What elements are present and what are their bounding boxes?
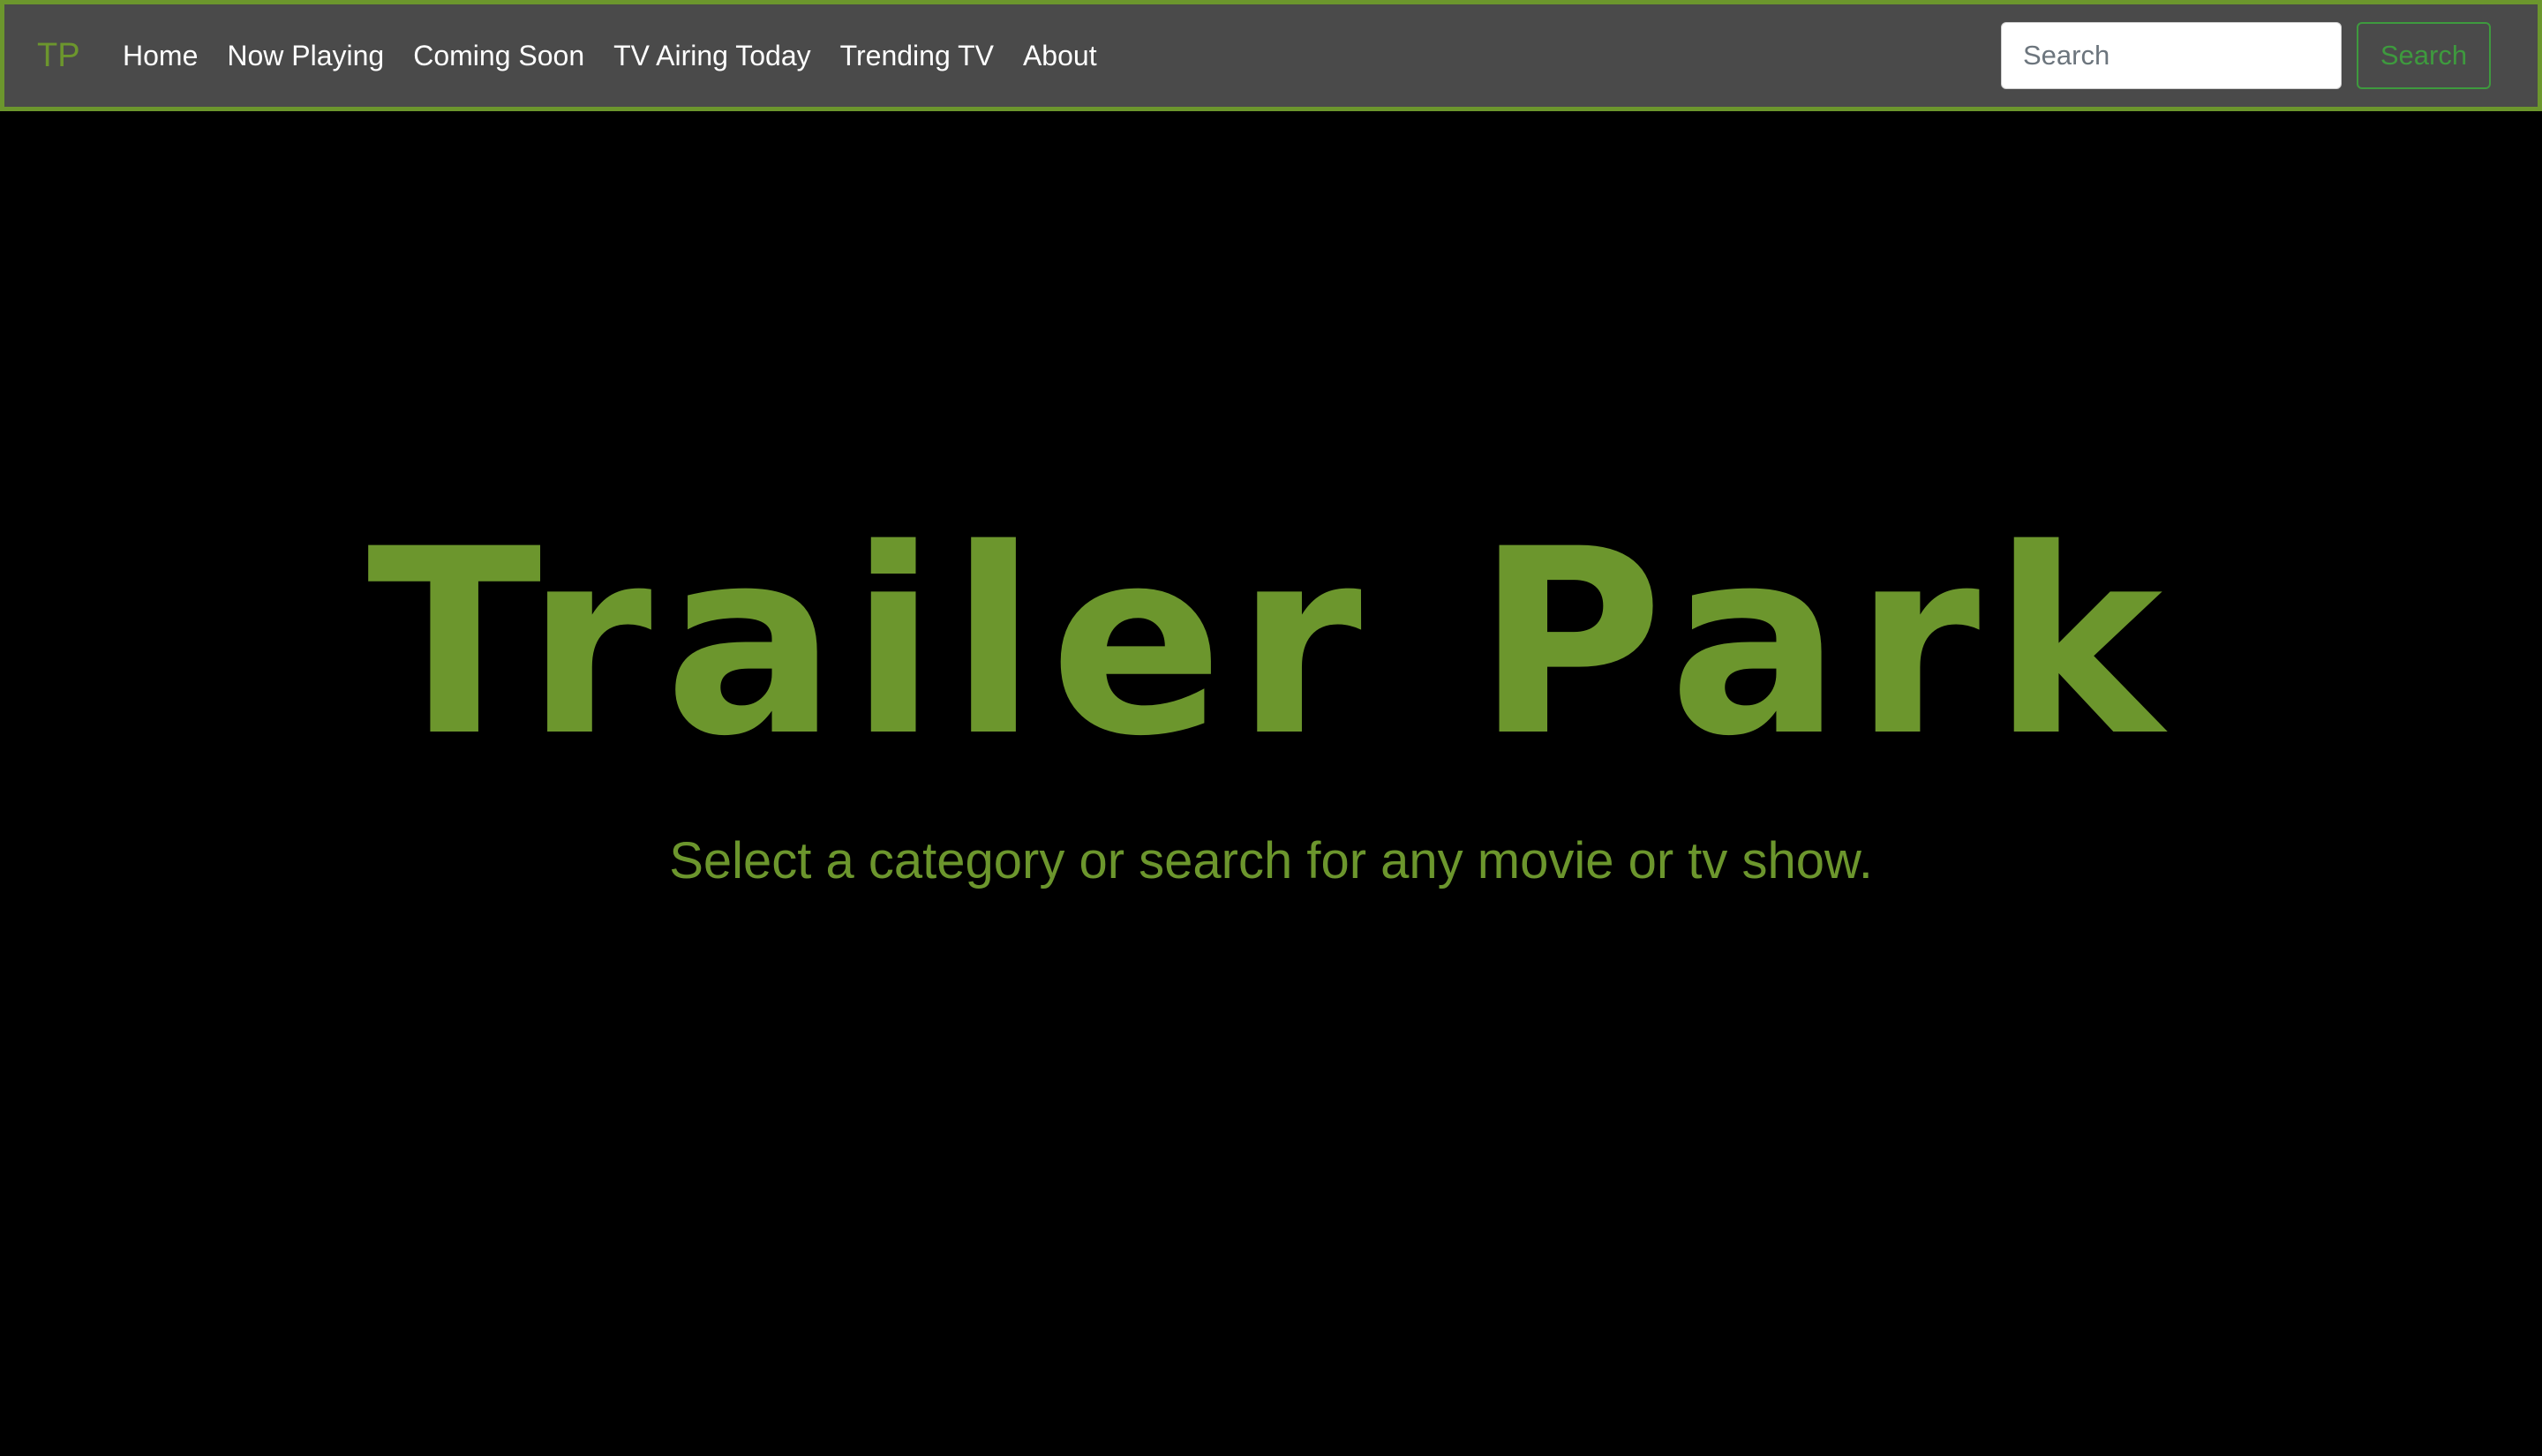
nav-link-tv-airing-today[interactable]: TV Airing Today bbox=[613, 4, 811, 107]
hero-title: Trailer Park bbox=[366, 495, 2176, 792]
nav-link-about[interactable]: About bbox=[1023, 4, 1097, 107]
hero-subtitle: Select a category or search for any movi… bbox=[669, 832, 1873, 889]
search-input[interactable] bbox=[2001, 22, 2342, 89]
nav-links: Home Now Playing Coming Soon TV Airing T… bbox=[123, 4, 1126, 107]
nav-link-now-playing[interactable]: Now Playing bbox=[227, 4, 384, 107]
search-button[interactable]: Search bbox=[2357, 22, 2491, 89]
top-navbar: TP Home Now Playing Coming Soon TV Airin… bbox=[0, 0, 2542, 111]
nav-link-home[interactable]: Home bbox=[123, 4, 198, 107]
nav-link-trending-tv[interactable]: Trending TV bbox=[840, 4, 994, 107]
nav-link-coming-soon[interactable]: Coming Soon bbox=[413, 4, 584, 107]
hero-section: Trailer Park Select a category or search… bbox=[0, 494, 2542, 890]
brand-logo-link[interactable]: TP bbox=[37, 4, 80, 107]
search-form: Search bbox=[2001, 4, 2491, 107]
